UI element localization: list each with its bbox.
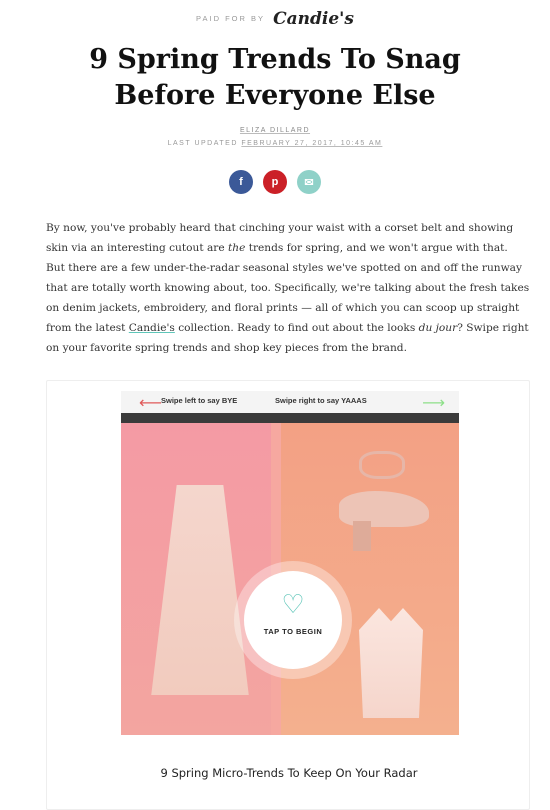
swipe-left-arrow-icon[interactable]: ⟵ xyxy=(139,393,162,412)
title-line-2: Before Everyone Else xyxy=(114,80,436,111)
trend-photo[interactable]: ♡ TAP TO BEGIN xyxy=(121,413,459,735)
last-updated-date: FEBRUARY 27, 2017, 10:45 AM xyxy=(241,140,383,147)
swipe-widget-card: ⟵ Swipe left to say BYE Swipe right to s… xyxy=(46,380,530,810)
article-body: By now, you've probably heard that cinch… xyxy=(46,218,530,358)
pinterest-share-icon[interactable]: p xyxy=(263,170,287,194)
body-text-2: trends for spring, and we won't argue wi… xyxy=(46,242,530,334)
widget-caption: 9 Spring Micro-Trends To Keep On Your Ra… xyxy=(160,766,418,780)
author-link[interactable]: ELIZA DILLARD xyxy=(240,127,310,134)
body-text-3: collection. Ready to find out about the … xyxy=(174,322,419,334)
swipe-right-label: Swipe right to say YAAAS xyxy=(275,396,367,405)
swipe-right-arrow-icon[interactable]: ⟶ xyxy=(422,393,445,412)
tap-to-begin-button[interactable]: ♡ TAP TO BEGIN xyxy=(244,571,342,669)
candies-link[interactable]: Candie's xyxy=(129,322,175,334)
email-share-icon[interactable]: ✉ xyxy=(297,170,321,194)
article-title: 9 Spring Trends To Snag Before Everyone … xyxy=(0,42,550,114)
sandal-image xyxy=(329,451,429,551)
body-em-the: the xyxy=(227,242,246,254)
body-em-du-jour: du jour xyxy=(418,322,458,334)
facebook-share-icon[interactable]: f xyxy=(229,170,253,194)
tap-to-begin-label: TAP TO BEGIN xyxy=(263,627,323,636)
sponsor-bar: PAID FOR BY Candie's xyxy=(0,8,550,29)
candies-logo[interactable]: Candie's xyxy=(273,9,354,29)
paid-for-by-label: PAID FOR BY xyxy=(196,14,265,23)
photo-top-strip xyxy=(121,413,459,423)
heart-icon: ♡ xyxy=(281,590,305,620)
last-updated: LAST UPDATED FEBRUARY 27, 2017, 10:45 AM xyxy=(0,140,550,147)
last-updated-label: LAST UPDATED xyxy=(167,140,238,147)
share-buttons: f p ✉ xyxy=(0,170,550,194)
swipe-instructions-bar: ⟵ Swipe left to say BYE Swipe right to s… xyxy=(121,391,459,413)
swipe-left-label: Swipe left to say BYE xyxy=(161,396,238,405)
author-byline: ELIZA DILLARD xyxy=(0,127,550,134)
title-line-1: 9 Spring Trends To Snag xyxy=(89,44,461,75)
